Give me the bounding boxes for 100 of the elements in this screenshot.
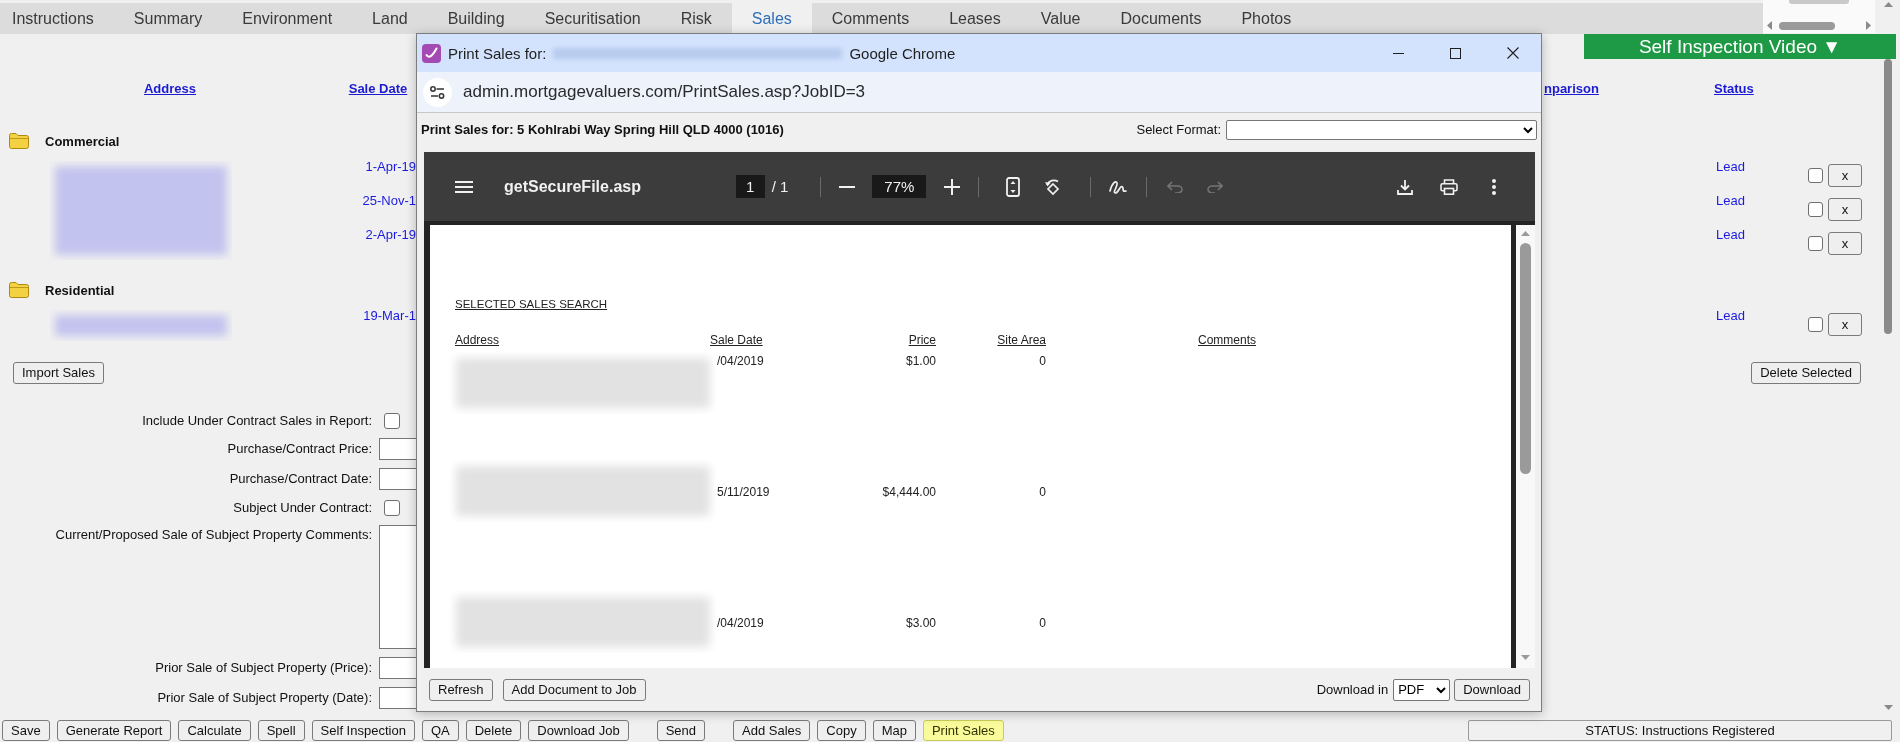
- toolbar-button[interactable]: Spell: [257, 720, 305, 741]
- checkbox[interactable]: [384, 499, 400, 516]
- toolbar-button[interactable]: Save: [2, 720, 50, 741]
- close-icon[interactable]: [1506, 47, 1519, 59]
- toolbar-button[interactable]: QA: [421, 720, 459, 741]
- date-link[interactable]: 25-Nov-1: [362, 192, 416, 210]
- scrollbar-thumb[interactable]: [1520, 243, 1531, 474]
- download-format-select[interactable]: PDF: [1393, 678, 1451, 701]
- page-count: / 1: [771, 178, 789, 195]
- print-icon[interactable]: [1440, 178, 1458, 195]
- tab[interactable]: Building: [427, 3, 525, 34]
- window-title: Print Sales for:: [448, 44, 547, 62]
- more-icon[interactable]: [1492, 178, 1496, 195]
- field-label: Purchase/Contract Date:: [229, 471, 372, 487]
- toolbar-button[interactable]: Calculate: [178, 720, 251, 741]
- tab[interactable]: Summary: [113, 3, 223, 34]
- text-input[interactable]: [379, 468, 419, 490]
- format-select[interactable]: [1226, 119, 1537, 140]
- comments-textarea[interactable]: [379, 525, 419, 649]
- import-sales-button[interactable]: Import Sales: [13, 361, 104, 384]
- state-link[interactable]: Lead: [1716, 307, 1745, 325]
- file-name: getSecureFile.asp: [504, 177, 641, 196]
- checkbox[interactable]: [384, 412, 400, 429]
- toolbar-button[interactable]: Copy: [817, 720, 866, 741]
- state-link[interactable]: Lead: [1716, 226, 1745, 244]
- scroll-up-icon[interactable]: [1883, 2, 1893, 7]
- column-header-link[interactable]: Status: [1714, 81, 1754, 97]
- select-checkbox[interactable]: [1808, 317, 1823, 332]
- column-header-link[interactable]: Address: [144, 81, 196, 97]
- text-input[interactable]: [379, 687, 419, 709]
- remove-button[interactable]: x: [1828, 198, 1862, 221]
- refresh-button[interactable]: Refresh: [429, 678, 493, 701]
- tab[interactable]: Risk: [660, 3, 732, 34]
- folder-icon: [9, 282, 29, 298]
- field-label: Purchase/Contract Price:: [227, 441, 372, 457]
- document-title: SELECTED SALES SEARCH: [455, 297, 608, 312]
- toolbar-button[interactable]: Self Inspection: [311, 720, 415, 741]
- column-header-link[interactable]: nparison: [1544, 81, 1599, 97]
- pen-icon[interactable]: [1109, 178, 1128, 195]
- column-header: Site Area: [997, 332, 1046, 348]
- scroll-up-icon[interactable]: [1521, 231, 1530, 236]
- tab[interactable]: Value: [1020, 3, 1101, 34]
- tab[interactable]: Leases: [929, 3, 1021, 34]
- page-number-field[interactable]: 1: [735, 175, 765, 198]
- remove-button[interactable]: x: [1828, 164, 1862, 187]
- select-checkbox[interactable]: [1808, 168, 1823, 183]
- toolbar-button[interactable]: Map: [872, 720, 916, 741]
- page-fit-icon[interactable]: [1006, 176, 1021, 197]
- zoom-field[interactable]: 77%: [872, 175, 927, 198]
- scrollbar-thumb[interactable]: [1884, 59, 1892, 334]
- scroll-down-icon[interactable]: [1521, 655, 1530, 660]
- text-input[interactable]: [379, 438, 419, 460]
- download-icon[interactable]: [1397, 178, 1413, 195]
- group-label: Residential: [45, 282, 115, 298]
- remove-button[interactable]: x: [1828, 313, 1862, 336]
- plus-icon[interactable]: [944, 178, 961, 195]
- tab[interactable]: Sales: [731, 3, 812, 34]
- table-cell-text: $1.00: [905, 353, 936, 370]
- column-header-link[interactable]: Sale Date: [348, 81, 408, 97]
- tab[interactable]: Securitisation: [524, 3, 661, 34]
- download-button[interactable]: Download: [1454, 678, 1530, 701]
- toolbar-button[interactable]: Print Sales: [922, 720, 1004, 741]
- site-info-icon[interactable]: [423, 77, 452, 107]
- toolbar-button[interactable]: Add Sales: [733, 720, 811, 741]
- date-link[interactable]: 19-Mar-1: [363, 307, 416, 325]
- state-link[interactable]: Lead: [1716, 158, 1745, 176]
- tab[interactable]: Land: [352, 3, 428, 34]
- minimize-icon[interactable]: [1393, 52, 1404, 54]
- date-link[interactable]: 1-Apr-19: [365, 158, 416, 176]
- menu-icon[interactable]: [455, 180, 473, 193]
- remove-button[interactable]: x: [1828, 232, 1862, 255]
- toolbar-button[interactable]: Send: [656, 720, 706, 741]
- select-checkbox[interactable]: [1808, 202, 1823, 217]
- delete-selected-button[interactable]: Delete Selected: [1751, 361, 1861, 384]
- tab[interactable]: Environment: [222, 3, 353, 34]
- minus-icon[interactable]: [839, 185, 856, 188]
- format-label: Select Format:: [1136, 122, 1221, 137]
- column-header: Price: [908, 332, 936, 348]
- select-checkbox[interactable]: [1808, 236, 1823, 251]
- field-label: Subject Under Contract:: [233, 499, 372, 516]
- field-label: Include Under Contract Sales in Report:: [142, 412, 372, 429]
- tab[interactable]: Instructions: [0, 3, 114, 34]
- tab[interactable]: Documents: [1100, 3, 1222, 34]
- toolbar-button[interactable]: Download Job: [528, 720, 629, 741]
- scroll-down-icon[interactable]: [1883, 705, 1893, 710]
- toolbar-button[interactable]: Delete: [465, 720, 522, 741]
- tab[interactable]: Comments: [811, 3, 930, 34]
- column-header: Comments: [1198, 332, 1256, 348]
- scrollbar-thumb[interactable]: [1779, 21, 1835, 30]
- tab[interactable]: Photos: [1221, 3, 1312, 34]
- text-input[interactable]: [379, 657, 419, 679]
- scroll-right-icon[interactable]: [1866, 21, 1871, 30]
- group-label: Commercial: [45, 133, 120, 149]
- scroll-left-icon[interactable]: [1767, 21, 1772, 30]
- add-document-button[interactable]: Add Document to Job: [502, 678, 646, 701]
- state-link[interactable]: Lead: [1716, 192, 1745, 210]
- date-link[interactable]: 2-Apr-19: [365, 226, 416, 244]
- maximize-icon[interactable]: [1450, 47, 1461, 59]
- self-inspection-video-button[interactable]: Self Inspection Video ▼: [1584, 34, 1896, 59]
- toolbar-button[interactable]: Generate Report: [56, 720, 172, 741]
